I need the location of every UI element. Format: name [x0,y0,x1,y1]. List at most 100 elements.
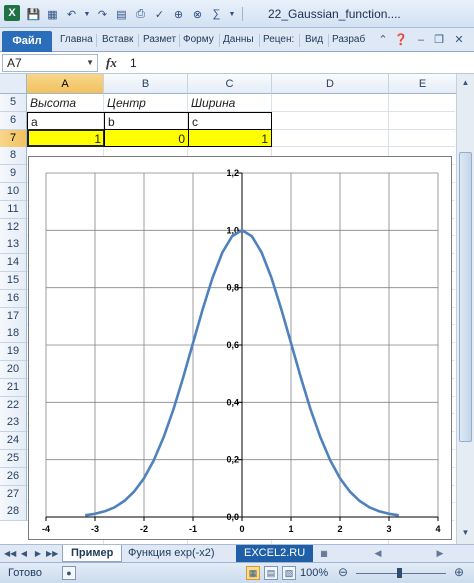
row-header[interactable]: 18 [0,325,27,344]
chart-y-tick-label: 0,6 [226,340,239,350]
select-all-corner[interactable] [0,74,27,94]
zoom-out-icon[interactable]: ⊖ [336,566,350,580]
row-header[interactable]: 7 [0,129,27,148]
cell-a6[interactable]: a [27,112,105,130]
row-header[interactable]: 26 [0,467,27,486]
column-header-e[interactable]: E [389,74,457,94]
row-header[interactable]: 22 [0,396,27,415]
scroll-up-icon[interactable]: ▲ [459,76,472,90]
row-header[interactable]: 9 [0,165,27,184]
tab-review[interactable]: Рецен: [263,34,294,45]
tab-file[interactable]: Файл [2,31,52,52]
row-header[interactable]: 8 [0,147,27,166]
row-header[interactable]: 17 [0,307,27,326]
undo-icon[interactable]: ↶ [64,7,79,22]
macro-record-icon[interactable]: ● [62,566,76,580]
row-header[interactable]: 6 [0,111,27,130]
tab-page-layout[interactable]: Размет [143,34,176,45]
row-header[interactable]: 14 [0,254,27,273]
first-sheet-icon[interactable]: ◀◀ [4,547,16,560]
row-header[interactable]: 10 [0,183,27,201]
row-header[interactable]: 12 [0,218,27,237]
restore-window-icon[interactable]: ❐ [432,33,446,47]
formula-input[interactable]: 1 [130,56,137,70]
zoom-slider-thumb[interactable] [397,568,402,578]
chart-y-tick-label: 0,4 [226,397,239,407]
help-icon[interactable]: ❓ [394,33,408,47]
tab-developer[interactable]: Разраб [332,34,365,45]
scroll-down-icon[interactable]: ▼ [459,526,472,540]
row-header[interactable]: 16 [0,289,27,308]
tab-home[interactable]: Главна [60,34,93,45]
vertical-scrollbar[interactable]: ▲ ▼ [456,74,474,544]
customize-qat-icon[interactable]: ▼ [228,7,236,22]
print-preview-icon[interactable]: ▤ [114,7,129,22]
scrollbar-thumb[interactable] [459,152,472,442]
cell-b6[interactable]: b [104,112,189,130]
row-header[interactable]: 5 [0,94,27,112]
cell-a5[interactable]: Высота [27,94,104,112]
row-header[interactable]: 24 [0,432,27,451]
zoom-icon[interactable]: ⊕ [171,7,186,22]
zoom-alt-icon[interactable]: ⊗ [190,7,205,22]
minimize-ribbon-icon[interactable]: ⌃ [376,33,390,47]
chart-x-tick-label: -4 [42,524,50,534]
chevron-down-icon[interactable]: ▼ [86,55,94,71]
column-header-c[interactable]: C [188,74,272,94]
next-sheet-icon[interactable]: ▶ [32,547,44,560]
column-header-d[interactable]: D [272,74,389,94]
print-icon[interactable]: ⎙ [133,7,148,22]
row-header[interactable]: 15 [0,272,27,290]
row-header[interactable]: 19 [0,343,27,362]
sheet-tab-excel2ru[interactable]: EXCEL2.RU [236,545,314,562]
last-sheet-icon[interactable]: ▶▶ [46,547,58,560]
row-header[interactable]: 20 [0,361,27,379]
tab-data[interactable]: Данны [223,34,254,45]
formula-icon[interactable]: ∑ [209,7,224,22]
page-break-view-icon[interactable]: ▧ [282,566,296,580]
row-header[interactable]: 28 [0,503,27,522]
tab-view[interactable]: Вид [305,34,323,45]
insert-sheet-icon[interactable]: ▦ [318,547,330,560]
row-header[interactable]: 21 [0,378,27,397]
column-header-b[interactable]: B [104,74,188,94]
sheet-tab-function[interactable]: Функция exp(-x2) [120,545,223,562]
horizontal-scroll-right-icon[interactable]: ▶ [434,547,446,560]
zoom-level[interactable]: 100% [300,567,328,579]
cell-c7[interactable]: 1 [188,129,272,147]
row-header[interactable]: 11 [0,200,27,219]
tab-formulas[interactable]: Форму [183,34,214,45]
tab-insert[interactable]: Вставк [102,34,133,45]
cell-c6[interactable]: c [188,112,272,130]
sheet-tab-active[interactable]: Пример [62,545,123,562]
row-header[interactable]: 13 [0,236,27,255]
ribbon-tabs: Файл Главна Вставк Размет Форму Данны Ре… [0,28,474,52]
qat-separator [242,7,243,21]
chart[interactable]: -4 -3 -2 -1 0 1 2 3 4 0,0 0,2 0,4 0,6 0,8 1,0 1,2 [28,156,452,540]
cell-b7[interactable]: 0 [104,129,189,147]
spelling-icon[interactable]: ✓ [152,7,167,22]
zoom-in-icon[interactable]: ⊕ [452,566,466,580]
cell-b5[interactable]: Центр [104,94,188,112]
column-header-a[interactable]: A [27,74,104,94]
redo-icon[interactable]: ↷ [95,7,110,22]
chart-x-tick-label: 0 [239,524,244,534]
insert-function-icon[interactable]: fx [106,55,117,71]
normal-view-icon[interactable]: ▦ [246,566,260,580]
cell-a7[interactable]: 1 [27,129,105,147]
row-header[interactable]: 25 [0,450,27,468]
prev-sheet-icon[interactable]: ◀ [18,547,30,560]
minimize-window-icon[interactable]: – [414,33,428,47]
cell-c5[interactable]: Ширина [188,94,272,112]
save-icon[interactable]: 💾 [26,7,41,22]
horizontal-scroll-left-icon[interactable]: ◀ [372,547,384,560]
page-layout-view-icon[interactable]: ▤ [264,566,278,580]
undo-dropdown-icon[interactable]: ▼ [83,7,91,22]
excel-icon[interactable]: ▦ [45,7,60,22]
tab-separator [259,34,260,47]
name-box[interactable]: A7 ▼ [2,54,98,72]
row-header[interactable]: 23 [0,414,27,433]
close-workbook-icon[interactable]: ✕ [452,33,466,47]
row-header[interactable]: 27 [0,485,27,504]
excel-app-icon[interactable]: X [4,5,20,21]
